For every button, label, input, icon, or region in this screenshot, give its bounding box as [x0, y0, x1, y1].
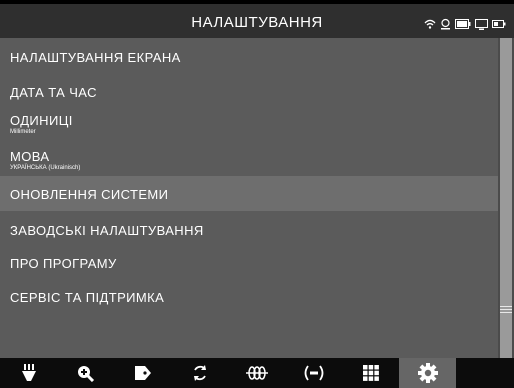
menu-item-date-time[interactable]: ДАТА ТА ЧАС: [0, 74, 498, 108]
menu-item-service-support[interactable]: СЕРВІС ТА ПІДТРИМКА: [0, 280, 498, 314]
menu-item-factory-settings[interactable]: ЗАВОДСЬКІ НАЛАШТУВАННЯ: [0, 211, 498, 246]
tool-scan[interactable]: [0, 358, 57, 388]
battery-small-icon: [492, 20, 506, 28]
menu-item-label: ДАТА ТА ЧАС: [10, 85, 97, 100]
title-bar: НАЛАШТУВАННЯ: [0, 0, 514, 38]
tool-zoom[interactable]: [57, 358, 114, 388]
menu-item-value: УКРАЇНСЬКА (Ukrainisch): [10, 165, 81, 171]
settings-gear-icon: [417, 363, 438, 383]
grid-icon: [362, 365, 379, 381]
status-icons: [424, 18, 506, 30]
tool-refresh[interactable]: [171, 358, 228, 388]
battery-icon: [455, 19, 471, 29]
scan-icon: [21, 364, 36, 381]
bottom-toolbar: [0, 358, 514, 388]
menu-item-display-settings[interactable]: НАЛАШТУВАННЯ ЕКРАНА: [0, 38, 498, 74]
menu-item-label: ОНОВЛЕННЯ СИСТЕМИ: [10, 187, 169, 202]
menu-item-units[interactable]: ОДИНИЦІ Millimeter: [0, 108, 498, 142]
scrollbar-grip[interactable]: [500, 304, 512, 316]
menu-item-label: ЗАВОДСЬКІ НАЛАШТУВАННЯ: [10, 223, 204, 238]
menu-item-label: СЕРВІС ТА ПІДТРИМКА: [10, 290, 165, 305]
signal-icon: [304, 365, 323, 381]
menu-item-value: Millimeter: [10, 129, 36, 135]
tool-tag[interactable]: [114, 358, 171, 388]
menu-item-language[interactable]: МОВА УКРАЇНСЬКА (Ukrainisch): [0, 142, 498, 176]
menu-item-label: ОДИНИЦІ: [10, 113, 73, 128]
wifi-icon: [424, 19, 436, 29]
zoom-in-icon: [77, 366, 94, 382]
menu-item-label: НАЛАШТУВАННЯ ЕКРАНА: [10, 50, 181, 65]
menu-item-about[interactable]: ПРО ПРОГРАМУ: [0, 246, 498, 280]
settings-menu: НАЛАШТУВАННЯ ЕКРАНА ДАТА ТА ЧАС ОДИНИЦІ …: [0, 38, 498, 358]
tool-grid[interactable]: [342, 358, 399, 388]
tag-icon: [134, 366, 151, 380]
location-icon: [441, 18, 450, 30]
menu-item-system-update[interactable]: ОНОВЛЕННЯ СИСТЕМИ: [0, 176, 498, 211]
tool-settings[interactable]: [399, 358, 456, 388]
scrollbar[interactable]: [498, 38, 514, 358]
refresh-icon: [193, 365, 206, 381]
monitor-icon: [475, 18, 488, 30]
coil-icon: [245, 366, 268, 380]
tool-coil[interactable]: [228, 358, 285, 388]
tool-signal[interactable]: [285, 358, 342, 388]
menu-item-label: МОВА: [10, 149, 50, 164]
menu-item-label: ПРО ПРОГРАМУ: [10, 256, 117, 271]
